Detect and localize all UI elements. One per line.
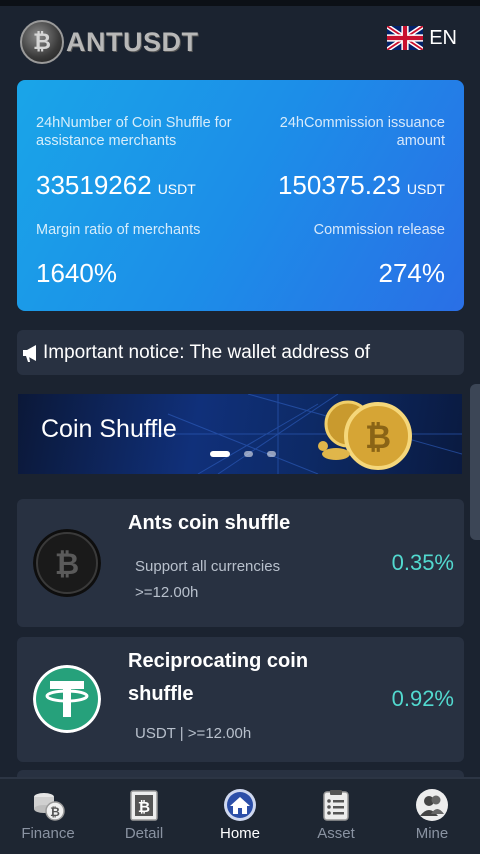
tab-label: Home bbox=[219, 825, 260, 842]
stat-unit: USDT bbox=[157, 181, 196, 197]
coins-icon: ₿ bbox=[34, 793, 65, 821]
tab-home[interactable]: Home bbox=[192, 779, 288, 854]
banner-carousel[interactable]: ₿ Coin Shuffle bbox=[18, 394, 462, 474]
svg-text:₿: ₿ bbox=[138, 798, 150, 816]
user-icon bbox=[416, 789, 448, 821]
bitcoin-coin-logo-icon: ₿ bbox=[20, 20, 64, 64]
megaphone-icon bbox=[23, 344, 36, 362]
stats-panel: 24hNumber of Coin Shuffle for assistance… bbox=[17, 80, 464, 311]
tab-label: Mine bbox=[415, 825, 449, 842]
card-title: Reciprocating coin bbox=[128, 650, 309, 672]
card-subtitle: Support all currencies bbox=[135, 558, 281, 575]
card-subtitle: USDT | >=12.00h bbox=[135, 725, 252, 742]
uk-flag-icon bbox=[387, 26, 424, 50]
stat-label-commission-amount: 24hCommission issuance amount bbox=[279, 115, 445, 149]
tab-label: Detail bbox=[124, 825, 164, 842]
clipboard-icon bbox=[323, 790, 349, 821]
black-bitcoin-icon: ₿ bbox=[33, 529, 101, 597]
svg-text:₿: ₿ bbox=[365, 418, 391, 456]
card-title: shuffle bbox=[128, 683, 194, 705]
card-rate: 0.92% bbox=[391, 686, 454, 711]
stat-label-shuffle-count: 24hNumber of Coin Shuffle for assistance… bbox=[36, 115, 232, 149]
tab-detail[interactable]: ₿ Detail bbox=[96, 779, 192, 854]
language-selector[interactable]: EN bbox=[387, 26, 457, 50]
notice-bar[interactable]: Important notice: The wallet address of bbox=[17, 330, 464, 375]
tab-mine[interactable]: Mine bbox=[384, 779, 480, 854]
app-header: ₿ ANTUSDT EN bbox=[0, 6, 480, 72]
language-label: EN bbox=[429, 26, 457, 49]
tab-label: Asset bbox=[317, 825, 355, 842]
stat-value-commission-amount: 150375.23 USDT bbox=[277, 170, 445, 200]
bottom-tab-bar: ₿ Finance ₿ Detail Home Asset Mine bbox=[0, 777, 480, 854]
carousel-dots bbox=[210, 451, 290, 457]
stat-label-commission-release: Commission release bbox=[313, 222, 445, 238]
banner-title: Coin Shuffle bbox=[41, 415, 177, 443]
tab-label: Finance bbox=[21, 825, 75, 842]
card-title: Ants coin shuffle bbox=[128, 512, 291, 534]
svg-text:₿: ₿ bbox=[55, 547, 79, 582]
stat-label-margin-ratio: Margin ratio of merchants bbox=[36, 222, 201, 238]
side-scroll-handle[interactable] bbox=[470, 384, 480, 540]
svg-text:₿: ₿ bbox=[50, 805, 60, 819]
bitcoin-doc-icon: ₿ bbox=[130, 790, 158, 821]
stat-value-shuffle-count: 33519262 USDT bbox=[36, 170, 196, 200]
tab-finance[interactable]: ₿ Finance bbox=[0, 779, 96, 854]
stat-unit: USDT bbox=[406, 181, 445, 197]
product-card-reciprocating-shuffle[interactable]: Reciprocating coin shuffle USDT | >=12.0… bbox=[17, 637, 464, 762]
stat-value-commission-release: 274% bbox=[378, 258, 446, 288]
carousel-dot[interactable] bbox=[210, 451, 230, 457]
notice-text: Important notice: The wallet address of bbox=[43, 341, 371, 363]
carousel-dot[interactable] bbox=[244, 451, 253, 457]
card-subtitle: >=12.00h bbox=[135, 584, 199, 601]
carousel-dot[interactable] bbox=[267, 451, 276, 457]
product-card-ants-coin-shuffle[interactable]: ₿ Ants coin shuffle Support all currenci… bbox=[17, 499, 464, 627]
tab-asset[interactable]: Asset bbox=[288, 779, 384, 854]
home-icon bbox=[224, 789, 256, 821]
app-logo[interactable]: ₿ ANTUSDT bbox=[20, 20, 199, 64]
logo-text: ANTUSDT bbox=[66, 26, 199, 57]
card-rate: 0.35% bbox=[391, 550, 454, 575]
stat-value-margin-ratio: 1640% bbox=[36, 258, 117, 288]
tether-icon bbox=[33, 665, 101, 733]
